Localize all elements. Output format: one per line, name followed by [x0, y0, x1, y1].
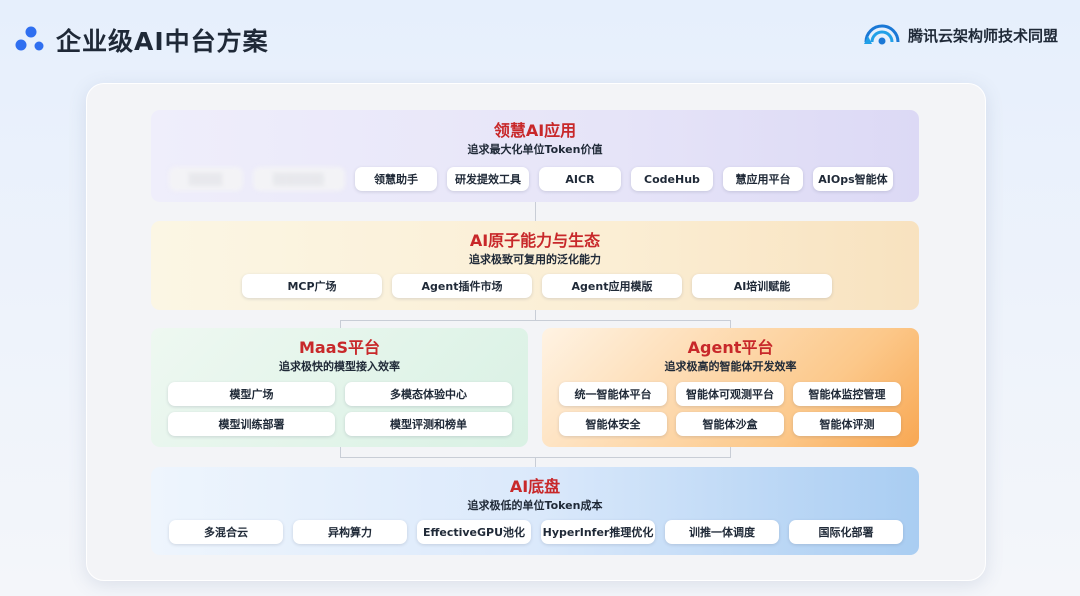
agent-item[interactable]: 智能体安全: [559, 412, 667, 436]
base-item[interactable]: EffectiveGPU池化: [417, 520, 531, 544]
maas-item[interactable]: 模型广场: [168, 382, 335, 406]
layer-ai-ecosystem: AI原子能力与生态 追求极致可复用的泛化能力 MCP广场 Agent插件市场 A…: [151, 221, 919, 310]
agent-item[interactable]: 智能体评测: [793, 412, 901, 436]
connector-line: [730, 447, 731, 457]
layer-subtitle: 追求最大化单位Token价值: [467, 143, 603, 156]
layer-subtitle: 追求极致可复用的泛化能力: [469, 253, 601, 266]
layer-subtitle: 追求极高的智能体开发效率: [664, 360, 797, 373]
brand-name: 腾讯云架构师技术同盟: [907, 26, 1058, 45]
connector-line: [535, 202, 536, 221]
page-title: 企业级AI中台方案: [56, 27, 269, 56]
ecosystem-item[interactable]: Agent应用模版: [542, 274, 682, 298]
layer-title: AI底盘: [509, 477, 561, 496]
app-item[interactable]: 领慧助手: [355, 167, 437, 191]
agent-item[interactable]: 智能体监控管理: [793, 382, 901, 406]
blurred-item: ░░░░░░: [253, 167, 345, 191]
agent-item[interactable]: 统一智能体平台: [559, 382, 667, 406]
connector-line: [340, 320, 731, 321]
app-item[interactable]: 研发提效工具: [447, 167, 529, 191]
blurred-item: ░░░░: [169, 167, 243, 191]
agent-item[interactable]: 智能体沙盒: [676, 412, 784, 436]
wifi-cloud-icon: [863, 24, 900, 45]
layer-subtitle: 追求极快的模型接入效率: [279, 360, 400, 373]
base-item[interactable]: 异构算力: [293, 520, 407, 544]
layer-title: AI原子能力与生态: [469, 231, 601, 250]
layer-ai-applications: 领慧AI应用 追求最大化单位Token价值 ░░░░ ░░░░░░ 领慧助手 研…: [151, 110, 919, 202]
layer-subtitle: 追求极低的单位Token成本: [467, 499, 603, 512]
app-item[interactable]: AICR: [539, 167, 621, 191]
app-item[interactable]: 慧应用平台: [723, 167, 803, 191]
layer-ai-base: AI底盘 追求极低的单位Token成本 多混合云 异构算力 EffectiveG…: [151, 467, 919, 555]
layer-title: MaaS平台: [298, 338, 381, 357]
connector-line: [340, 447, 341, 457]
app-item[interactable]: AIOps智能体: [813, 167, 893, 191]
connector-line: [340, 320, 341, 328]
maas-item[interactable]: 模型训练部署: [168, 412, 335, 436]
agent-item[interactable]: 智能体可观测平台: [676, 382, 784, 406]
layer-title: Agent平台: [687, 338, 774, 357]
ecosystem-item[interactable]: Agent插件市场: [392, 274, 532, 298]
app-item[interactable]: CodeHub: [631, 167, 713, 191]
maas-item[interactable]: 模型评测和榜单: [345, 412, 512, 436]
brand-logo: 腾讯云架构师技术同盟: [862, 24, 1058, 46]
maas-item[interactable]: 多模态体验中心: [345, 382, 512, 406]
ecosystem-item[interactable]: MCP广场: [242, 274, 382, 298]
base-item[interactable]: 多混合云: [169, 520, 283, 544]
layer-agent-platform: Agent平台 追求极高的智能体开发效率 统一智能体平台 智能体可观测平台 智能…: [542, 328, 919, 447]
connector-line: [535, 457, 536, 467]
ecosystem-item[interactable]: AI培训赋能: [692, 274, 832, 298]
base-item[interactable]: 国际化部署: [789, 520, 903, 544]
layer-maas-platform: MaaS平台 追求极快的模型接入效率 模型广场 多模态体验中心 模型训练部署 模…: [151, 328, 528, 447]
connector-line: [730, 320, 731, 328]
base-item[interactable]: 训推一体调度: [665, 520, 779, 544]
layer-title: 领慧AI应用: [493, 121, 577, 140]
connector-line: [535, 310, 536, 320]
base-item[interactable]: HyperInfer推理优化: [541, 520, 655, 544]
dots-logo-icon: [15, 26, 44, 51]
